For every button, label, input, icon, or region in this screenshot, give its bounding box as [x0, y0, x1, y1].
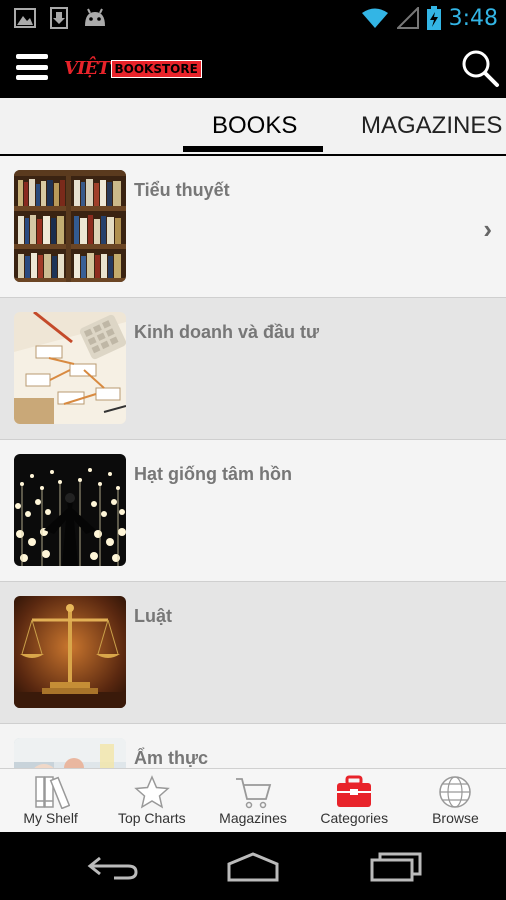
category-title: Tiểu thuyết — [134, 180, 230, 200]
tab-books[interactable]: BOOKS — [212, 112, 297, 140]
chevron-right-icon: › — [483, 214, 492, 244]
search-icon[interactable] — [460, 48, 500, 88]
tab-magazines[interactable]: MAGAZINES — [361, 112, 502, 140]
globe-icon — [439, 776, 472, 808]
category-title: Kinh doanh và đầu tư — [134, 322, 320, 342]
nav-categories[interactable]: Categories — [304, 769, 405, 832]
cart-icon — [236, 778, 272, 809]
nav-label: Top Charts — [117, 810, 186, 826]
books-icon — [34, 776, 70, 809]
back-icon[interactable] — [84, 850, 144, 884]
category-row-tieu-thuyet[interactable]: Tiểu thuyết › — [0, 156, 506, 298]
home-icon[interactable] — [223, 850, 283, 884]
logo-bookstore-text: BOOKSTORE — [110, 60, 202, 78]
nav-my-shelf[interactable]: My Shelf — [0, 769, 101, 832]
status-time: 3:48 — [448, 5, 498, 31]
android-icon — [85, 8, 105, 26]
category-title: Luật — [134, 606, 172, 626]
nav-browse[interactable]: Browse — [405, 769, 506, 832]
nav-magazines[interactable]: Magazines — [202, 769, 303, 832]
nav-top-charts[interactable]: Top Charts — [101, 769, 202, 832]
toolbox-icon — [337, 775, 372, 807]
category-row-luat[interactable]: Luật — [0, 582, 506, 724]
bookshelf-thumbnail — [14, 170, 126, 282]
app-screen: 3:48 VIỆT BOOKSTORE BOOKS MAGAZINES Tiểu… — [0, 0, 506, 900]
category-row-kinh-doanh[interactable]: Kinh doanh và đầu tư — [0, 298, 506, 440]
app-logo: VIỆT BOOKSTORE — [64, 54, 202, 80]
system-navigation-bar — [0, 832, 506, 900]
wifi-icon — [361, 8, 388, 28]
app-bar: VIỆT BOOKSTORE — [0, 36, 506, 98]
bottom-navigation: My Shelf Top Charts Magazines Categories… — [0, 768, 506, 832]
category-title: Hạt giống tâm hồn — [134, 464, 292, 484]
picture-icon — [14, 8, 36, 28]
food-thumbnail — [14, 738, 126, 768]
light-field-thumbnail — [14, 454, 126, 566]
signal-icon — [396, 7, 419, 29]
recent-apps-icon[interactable] — [366, 850, 426, 884]
nav-label: My Shelf — [23, 810, 78, 826]
category-title: Ẩm thực — [134, 748, 209, 768]
hamburger-menu-icon[interactable] — [16, 54, 48, 80]
nav-label: Magazines — [219, 810, 287, 826]
nav-label: Categories — [320, 810, 389, 826]
scales-thumbnail — [14, 596, 126, 708]
category-row-am-thuc[interactable]: Ẩm thực — [0, 724, 506, 768]
logo-viet-text: VIỆT — [64, 58, 110, 79]
battery-charging-icon — [426, 6, 441, 30]
category-list[interactable]: Tiểu thuyết › Kinh doanh và đầu tư Hạt g… — [0, 156, 506, 768]
star-icon — [133, 775, 170, 809]
business-diagram-thumbnail — [14, 312, 126, 424]
category-row-hat-giong[interactable]: Hạt giống tâm hồn — [0, 440, 506, 582]
download-icon — [50, 7, 68, 29]
tab-bar: BOOKS MAGAZINES — [0, 98, 506, 156]
status-bar: 3:48 — [0, 0, 506, 36]
nav-label: Browse — [432, 810, 479, 826]
tab-selected-indicator — [183, 146, 323, 152]
